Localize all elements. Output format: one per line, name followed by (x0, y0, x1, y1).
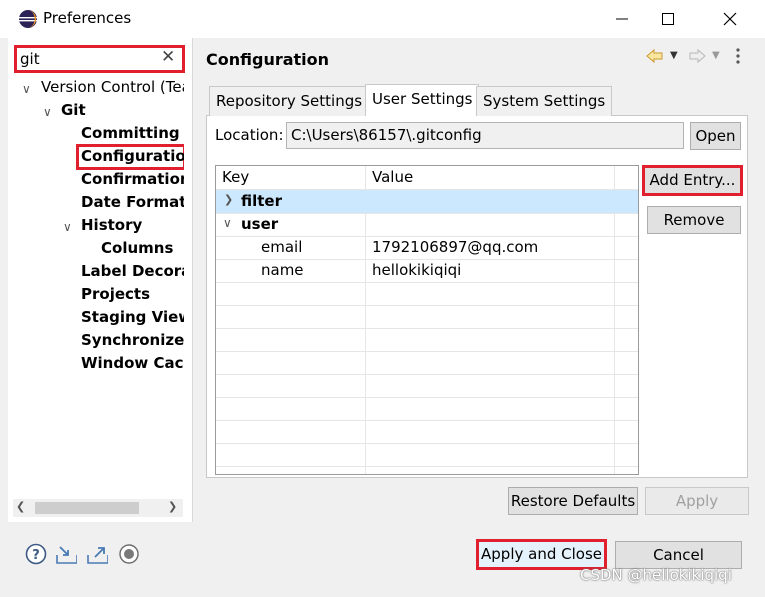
tab-system-settings[interactable]: System Settings (476, 86, 613, 116)
tree-item-git[interactable]: Git (61, 101, 86, 119)
tree-item-columns[interactable]: Columns (101, 239, 173, 257)
empty-row (216, 282, 638, 306)
row-key: name (261, 261, 304, 279)
tree-item-synchronize[interactable]: Synchronize (81, 331, 184, 349)
empty-row (216, 305, 638, 329)
svg-text:?: ? (32, 548, 40, 563)
tree-item-date-format[interactable]: Date Format (81, 193, 184, 211)
row-value: hellokikiqiqi (372, 261, 462, 279)
page-title: Configuration (206, 50, 330, 69)
tree-item-committing[interactable]: Committing (81, 124, 180, 142)
add-entry-button[interactable]: Add Entry... (642, 165, 743, 196)
watermark: CSDN @hellokikiqiqi (580, 566, 732, 584)
empty-row (216, 420, 638, 444)
empty-row (216, 351, 638, 375)
export-icon[interactable] (86, 543, 108, 565)
row-key: user (241, 215, 279, 233)
table-row[interactable]: email 1792106897@qq.com (216, 236, 638, 260)
empty-row (216, 443, 638, 467)
row-key: filter (241, 192, 283, 210)
tree-item-history[interactable]: History (81, 216, 142, 234)
scroll-right-icon[interactable]: ❯ (168, 500, 177, 513)
location-field[interactable]: C:\Users\86157\.gitconfig (286, 122, 684, 149)
empty-row (216, 397, 638, 421)
row-key: email (261, 238, 303, 256)
forward-dropdown-icon[interactable]: ▼ (712, 50, 720, 61)
back-arrow-icon[interactable] (646, 48, 664, 68)
minimize-button[interactable] (599, 0, 645, 38)
scrollbar-thumb[interactable] (35, 502, 139, 514)
tree-item-staging-view[interactable]: Staging View (81, 308, 184, 326)
location-label: Location: (215, 126, 284, 144)
chevron-down-icon[interactable]: ∨ (63, 220, 72, 234)
apply-button[interactable]: Apply (645, 487, 749, 515)
forward-arrow-icon[interactable] (688, 48, 706, 68)
empty-row (216, 374, 638, 398)
remove-button[interactable]: Remove (647, 206, 741, 234)
tree-item-configuration[interactable]: Configuration (81, 147, 184, 165)
table-header: Key Value (216, 166, 638, 190)
column-header-key[interactable]: Key (222, 168, 249, 186)
tree-item-window-cache[interactable]: Window Cache (81, 354, 184, 372)
restore-defaults-button[interactable]: Restore Defaults (508, 487, 638, 515)
preference-tree: ∨ Version Control (Team) ∨ Git Committin… (8, 75, 184, 495)
scroll-left-icon[interactable]: ❮ (16, 500, 25, 513)
view-menu-icon[interactable] (735, 47, 741, 69)
table-row[interactable]: ❯ filter (216, 190, 638, 214)
maximize-button[interactable] (645, 0, 691, 38)
tab-repository-settings[interactable]: Repository Settings (209, 86, 370, 116)
column-header-value[interactable]: Value (372, 168, 413, 186)
import-icon[interactable] (55, 543, 77, 565)
table-row[interactable]: ∨ user (216, 213, 638, 237)
cancel-button[interactable]: Cancel (615, 541, 742, 569)
tree-item-projects[interactable]: Projects (81, 285, 150, 303)
open-button[interactable]: Open (690, 122, 741, 150)
tree-item-label-decorations[interactable]: Label Decorations (81, 262, 184, 280)
oomph-icon[interactable] (118, 543, 140, 565)
help-icon[interactable]: ? (25, 543, 47, 565)
chevron-down-icon[interactable]: ∨ (223, 216, 232, 230)
search-value: git (20, 50, 40, 68)
clear-search-icon[interactable]: ✕ (161, 47, 175, 67)
window-title: Preferences (43, 9, 132, 27)
tree-item-version-control[interactable]: Version Control (Team) (41, 78, 184, 96)
config-table: Key Value ❯ filter ∨ user email 17921068… (215, 165, 639, 475)
chevron-right-icon[interactable]: ❯ (224, 193, 233, 206)
eclipse-icon (18, 9, 38, 29)
tree-item-confirmations[interactable]: Confirmations and Warnings (81, 170, 184, 188)
empty-row (216, 328, 638, 352)
back-dropdown-icon[interactable]: ▼ (670, 50, 678, 61)
chevron-down-icon[interactable]: ∨ (22, 82, 31, 96)
row-value: 1792106897@qq.com (372, 238, 539, 256)
tab-user-settings[interactable]: User Settings (365, 84, 480, 116)
chevron-down-icon[interactable]: ∨ (43, 105, 52, 119)
close-window-button[interactable] (707, 0, 753, 38)
table-row[interactable]: name hellokikiqiqi (216, 259, 638, 283)
